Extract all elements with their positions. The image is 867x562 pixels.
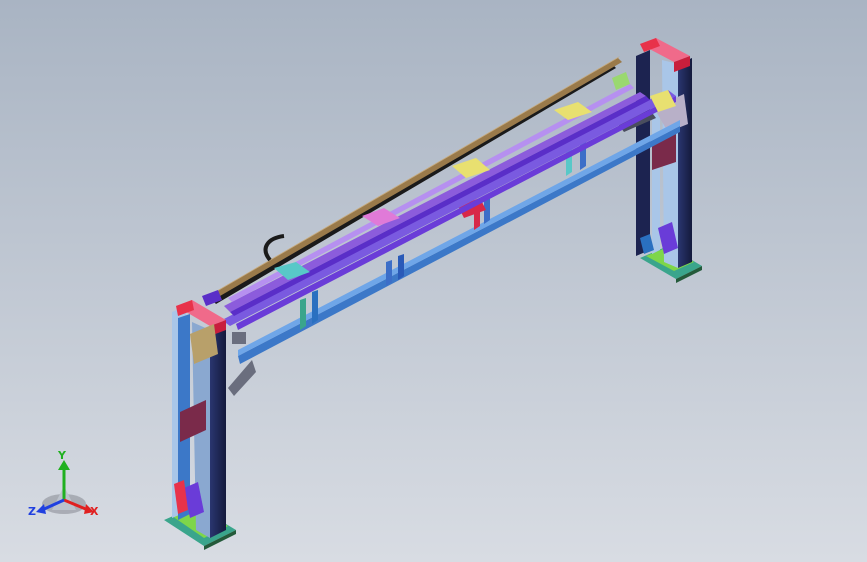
- left-motor[interactable]: [232, 332, 246, 344]
- viewport-background: [0, 0, 867, 562]
- right-post-front[interactable]: [678, 58, 692, 268]
- viewport-canvas[interactable]: [0, 0, 867, 562]
- cad-viewport[interactable]: Y X Z: [0, 0, 867, 562]
- z-axis-label: Z: [28, 505, 36, 518]
- x-axis-label: X: [90, 505, 99, 518]
- y-axis-label: Y: [58, 449, 66, 462]
